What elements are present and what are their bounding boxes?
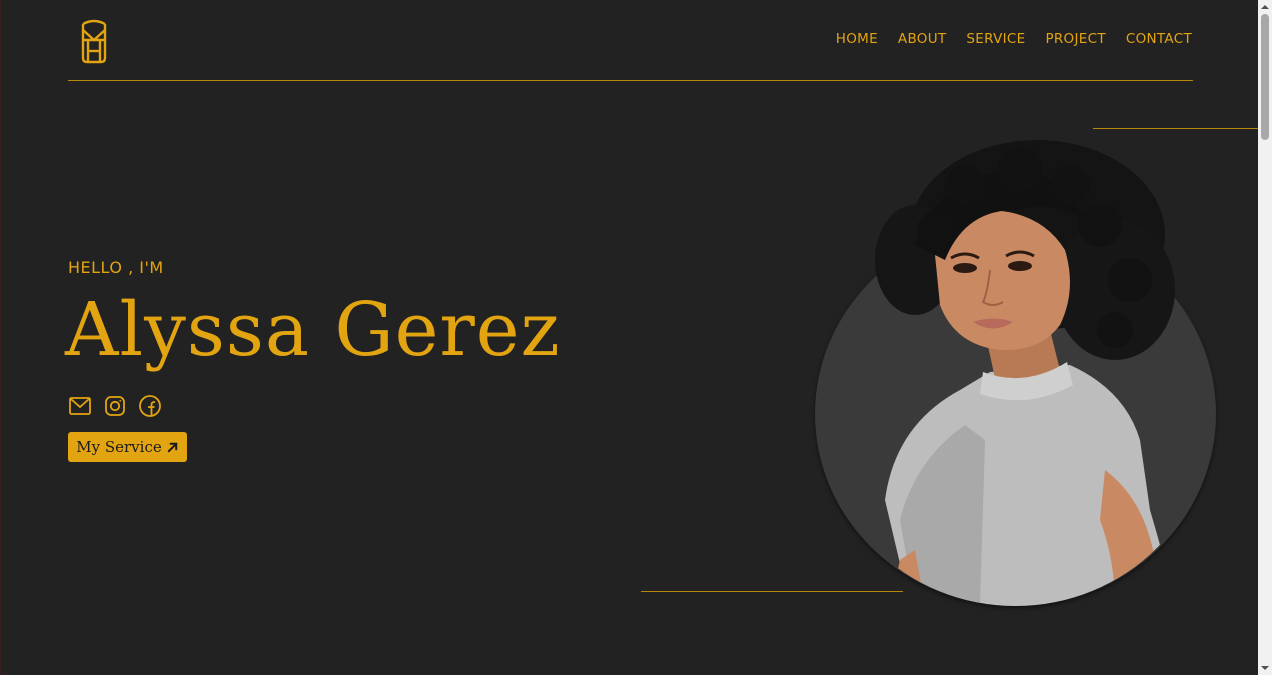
- page: HOME ABOUT SERVICE PROJECT CONTACT HELLO…: [0, 0, 1272, 675]
- nav-home[interactable]: HOME: [836, 31, 878, 47]
- monogram-logo-icon[interactable]: [77, 18, 111, 66]
- nav-project[interactable]: PROJECT: [1045, 31, 1105, 47]
- scrollbar-thumb[interactable]: [1261, 14, 1269, 140]
- nav-service[interactable]: SERVICE: [966, 31, 1025, 47]
- decorative-line-bottom: [641, 591, 903, 592]
- scroll-down-icon[interactable]: [1258, 661, 1272, 675]
- header-divider: [68, 80, 1193, 81]
- my-service-button[interactable]: My Service: [68, 432, 187, 462]
- instagram-icon[interactable]: [103, 394, 127, 418]
- portrait-photo: [815, 140, 1216, 606]
- decorative-line-top: [1093, 128, 1259, 129]
- main-nav: HOME ABOUT SERVICE PROJECT CONTACT: [836, 31, 1192, 47]
- scroll-up-icon[interactable]: [1258, 0, 1272, 14]
- mail-icon[interactable]: [68, 394, 92, 418]
- facebook-icon[interactable]: [138, 394, 162, 418]
- nav-contact[interactable]: CONTACT: [1126, 31, 1192, 47]
- nav-about[interactable]: ABOUT: [898, 31, 947, 47]
- hero-name: Alyssa Gerez: [65, 287, 561, 373]
- hero-greeting: HELLO , I'M: [68, 258, 164, 277]
- arrow-up-right-icon: [167, 442, 177, 452]
- page-scrollbar[interactable]: [1258, 0, 1272, 675]
- social-links: [68, 394, 162, 418]
- my-service-label: My Service: [76, 438, 162, 456]
